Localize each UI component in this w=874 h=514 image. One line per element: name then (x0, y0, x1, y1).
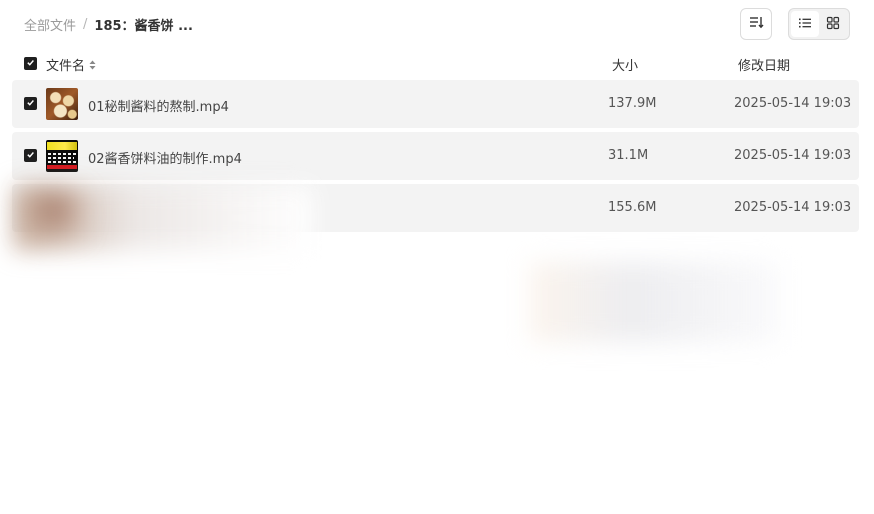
file-name[interactable]: 02酱香饼料油的制作.mp4 (88, 148, 242, 167)
column-name-label: 文件名 (46, 59, 86, 74)
video-thumbnail[interactable] (46, 88, 78, 120)
row-checkbox[interactable] (24, 97, 37, 110)
blurred-overlay (530, 262, 780, 342)
file-row[interactable]: 02酱香饼料油的制作.mp4 31.1M 2025-05-14 19:03 (12, 132, 859, 180)
view-toolbar (740, 8, 850, 40)
sort-button[interactable] (740, 8, 772, 40)
checkmark-icon (26, 148, 35, 163)
file-modified-date: 2025-05-14 19:03 (734, 96, 852, 111)
sort-icon (748, 14, 764, 34)
view-mode-toggle (788, 8, 850, 40)
file-row[interactable]: 01秘制酱料的熬制.mp4 137.9M 2025-05-14 19:03 (12, 80, 859, 128)
file-modified-date: 2025-05-14 19:03 (734, 148, 852, 163)
checkmark-icon (26, 56, 35, 71)
breadcrumb-root-link[interactable]: 全部文件 (24, 15, 76, 34)
file-size: 137.9M (608, 96, 657, 111)
select-all-checkbox[interactable] (24, 57, 37, 70)
file-name[interactable]: 01秘制酱料的熬制.mp4 (88, 96, 229, 115)
grid-view-icon (826, 15, 840, 34)
file-table-header: 文件名 大小 修改日期 (24, 54, 858, 74)
video-thumbnail[interactable] (46, 140, 78, 172)
breadcrumb-separator: / (83, 16, 88, 32)
list-view-button[interactable] (791, 11, 819, 37)
row-checkbox[interactable] (24, 149, 37, 162)
file-size: 155.6M (608, 200, 657, 215)
column-header-name[interactable]: 文件名 (46, 55, 96, 74)
file-modified-date: 2025-05-14 19:03 (734, 200, 852, 215)
file-size: 31.1M (608, 148, 649, 163)
breadcrumb: 全部文件 / 185：酱香饼 ... (24, 14, 193, 34)
file-row[interactable]: 155.6M 2025-05-14 19:03 (12, 184, 859, 232)
breadcrumb-current-folder: 185：酱香饼 ... (94, 18, 193, 34)
column-header-date[interactable]: 修改日期 (738, 55, 790, 74)
list-view-icon (798, 15, 812, 34)
sort-arrows-icon (89, 60, 96, 70)
checkmark-icon (26, 96, 35, 111)
column-header-size[interactable]: 大小 (612, 55, 638, 74)
grid-view-button[interactable] (819, 11, 847, 37)
